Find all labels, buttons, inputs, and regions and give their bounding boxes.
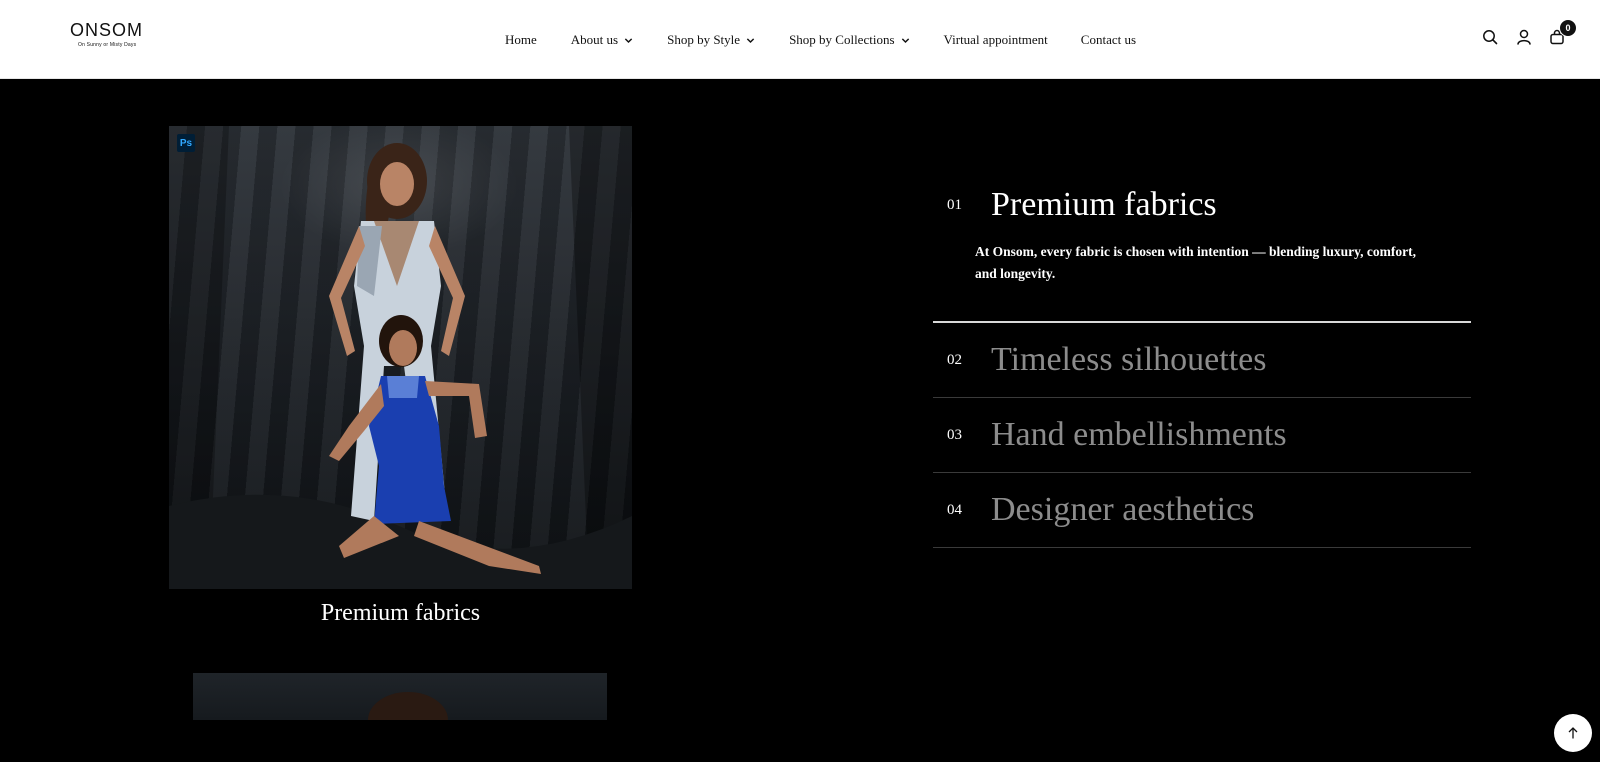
accordion-description: At Onsom, every fabric is chosen with in…: [975, 244, 1416, 281]
accordion-item-timeless-silhouettes[interactable]: 02 Timeless silhouettes: [933, 323, 1471, 398]
chevron-down-icon: [624, 37, 633, 43]
nav-shop-by-collections[interactable]: Shop by Collections: [789, 32, 909, 48]
accordion-title: Hand embellishments: [991, 416, 1287, 453]
nav-about-us-label: About us: [570, 32, 619, 47]
features-accordion: 01 Premium fabrics At Onsom, every fabri…: [933, 180, 1471, 548]
nav-shop-by-style[interactable]: Shop by Style: [667, 32, 755, 48]
chevron-down-icon: [901, 37, 909, 43]
accordion-number: 02: [947, 351, 962, 368]
accordion-header[interactable]: 01 Premium fabrics: [933, 180, 1471, 230]
next-photo-illustration: [368, 692, 448, 720]
accordion-item-designer-aesthetics[interactable]: 04 Designer aesthetics: [933, 473, 1471, 548]
nav-about-us[interactable]: About us: [571, 32, 633, 48]
main-nav: Home About us Shop by Style Shop by Coll…: [505, 31, 1136, 49]
nav-contact-us-label: Contact us: [1080, 32, 1137, 47]
models-photo-illustration: [169, 126, 632, 589]
next-feature-photo: [193, 673, 607, 720]
photoshop-badge: Ps: [177, 134, 195, 152]
accordion-header[interactable]: 02 Timeless silhouettes: [933, 323, 1471, 397]
accordion-title: Timeless silhouettes: [991, 341, 1267, 378]
nav-home[interactable]: Home: [505, 32, 537, 48]
brand-logo[interactable]: ONSOM On Sunny or Misty Days: [70, 20, 143, 48]
accordion-title: Premium fabrics: [991, 186, 1217, 223]
back-to-top-button[interactable]: [1554, 714, 1592, 752]
nav-virtual-appointment[interactable]: Virtual appointment: [944, 32, 1048, 48]
nav-shop-by-style-label: Shop by Style: [667, 32, 741, 47]
cart-count-badge: 0: [1559, 19, 1577, 37]
accordion-header[interactable]: 03 Hand embellishments: [933, 398, 1471, 472]
logo-tagline: On Sunny or Misty Days: [78, 42, 137, 48]
nav-home-label: Home: [505, 32, 537, 47]
accordion-header[interactable]: 04 Designer aesthetics: [933, 473, 1471, 547]
search-icon[interactable]: [1480, 27, 1500, 47]
feature-caption: Premium fabrics: [320, 600, 481, 626]
chevron-down-icon: [746, 37, 755, 43]
accordion-number: 04: [947, 501, 962, 518]
arrow-up-icon: [1568, 727, 1578, 739]
accordion-title: Designer aesthetics: [991, 491, 1255, 528]
accordion-item-premium-fabrics[interactable]: 01 Premium fabrics At Onsom, every fabri…: [933, 180, 1471, 323]
accordion-number: 03: [947, 426, 962, 443]
site-header: ONSOM On Sunny or Misty Days Home About …: [0, 0, 1600, 79]
logo-wordmark: ONSOM: [70, 20, 144, 40]
nav-virtual-appointment-label: Virtual appointment: [943, 32, 1048, 47]
user-icon[interactable]: [1514, 27, 1534, 47]
nav-shop-by-collections-label: Shop by Collections: [789, 32, 895, 47]
accordion-number: 01: [947, 196, 962, 213]
nav-contact-us[interactable]: Contact us: [1081, 32, 1136, 48]
feature-photo: Ps: [169, 126, 632, 589]
accordion-item-hand-embellishments[interactable]: 03 Hand embellishments: [933, 398, 1471, 473]
